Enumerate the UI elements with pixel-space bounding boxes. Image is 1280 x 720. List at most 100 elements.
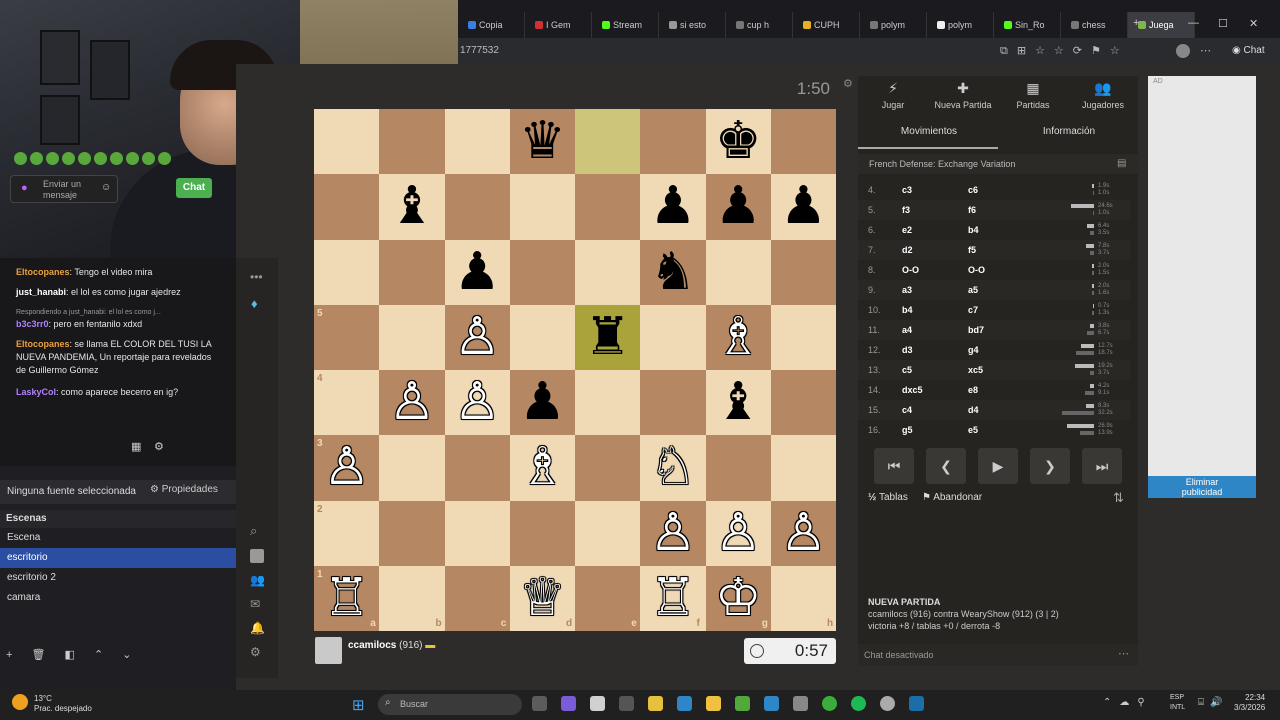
white-move[interactable]: g5 [902, 420, 913, 440]
minimize-button[interactable]: — [1188, 17, 1199, 29]
square-g6[interactable] [705, 239, 771, 305]
flip-board-icon[interactable]: ⇅ [1113, 490, 1124, 506]
square-c2[interactable] [444, 500, 510, 566]
white-move[interactable]: dxc5 [902, 380, 923, 400]
piece-g2[interactable]: ♙ [706, 501, 771, 566]
square-h6[interactable] [770, 239, 836, 305]
white-move[interactable]: e2 [902, 220, 912, 240]
move-row[interactable]: 10. b4 c7 0.7s 1.3s [858, 300, 1130, 320]
move-row[interactable]: 5. f3 f6 24.6s 1.0s [858, 200, 1130, 220]
copilot-icon[interactable] [561, 696, 576, 711]
resign-button[interactable]: ⚑ Abandonar [922, 492, 982, 503]
taskbar-search[interactable]: Buscar [378, 694, 522, 715]
square-f8[interactable] [640, 109, 706, 175]
square-e6[interactable] [575, 239, 641, 305]
piece-g4[interactable]: ♝ [706, 370, 771, 435]
friends-icon[interactable]: 👥 [250, 573, 265, 587]
black-move[interactable]: a5 [968, 280, 978, 300]
piece-f7[interactable]: ♟ [640, 174, 705, 239]
piece-f6[interactable]: ♞ [640, 240, 705, 305]
prev-move-button[interactable]: ❮ [926, 448, 966, 484]
white-move[interactable]: b4 [902, 300, 913, 320]
browser-tab[interactable]: polym [927, 12, 994, 38]
square-c3[interactable] [444, 435, 510, 501]
browser-tab[interactable]: Stream [592, 12, 659, 38]
properties-button[interactable]: ⚙ Propiedades [150, 484, 218, 495]
diamond-icon[interactable]: ♦ [251, 296, 258, 311]
bell-icon[interactable]: 🔔 [250, 621, 265, 635]
square-h8[interactable] [770, 109, 836, 175]
white-move[interactable]: c3 [902, 180, 912, 200]
white-move[interactable]: a3 [902, 280, 912, 300]
black-move[interactable]: bd7 [968, 320, 984, 340]
square-a6[interactable] [314, 239, 380, 305]
browser-tab[interactable]: chess [1061, 12, 1128, 38]
black-move[interactable]: f6 [968, 200, 976, 220]
square-d7[interactable] [509, 174, 575, 240]
browser-tab[interactable]: si esto [659, 12, 726, 38]
move-row[interactable]: 6. e2 b4 6.4s 3.5s [858, 220, 1130, 240]
address-bar[interactable] [458, 38, 1280, 64]
chat-send-button[interactable]: Chat [176, 178, 212, 198]
browser-tab[interactable]: Copia [458, 12, 525, 38]
more-dots-icon[interactable]: ••• [250, 270, 263, 284]
piece-f2[interactable]: ♙ [640, 501, 705, 566]
move-row[interactable]: 13. c5 xc5 19.2s 3.7s [858, 360, 1130, 380]
browser-tab[interactable]: CUPH [793, 12, 860, 38]
edge-icon[interactable] [677, 696, 692, 711]
white-move[interactable]: c4 [902, 400, 912, 420]
square-e2[interactable] [575, 500, 641, 566]
black-move[interactable]: f5 [968, 240, 976, 260]
move-row[interactable]: 11. a4 bd7 3.8s 6.7s [858, 320, 1130, 340]
chat-username[interactable]: just_hanabi [16, 287, 66, 297]
piece-c5[interactable]: ♙ [445, 305, 510, 370]
obs-icon[interactable] [619, 696, 634, 711]
weather-widget[interactable]: 13°C Prac. despejado [34, 694, 92, 714]
search-icon[interactable]: ⌕ [250, 523, 257, 539]
tray-icons[interactable]: ⌃☁⚲ [1103, 697, 1153, 708]
emoji-icon[interactable]: ☺ [101, 182, 111, 193]
user-avatar-icon[interactable] [250, 549, 264, 563]
square-b3[interactable] [379, 435, 445, 501]
settings-icon[interactable]: ⚙ [250, 645, 261, 659]
gear-icon[interactable]: ⚙ [154, 440, 164, 453]
piece-d3[interactable]: ♗ [510, 435, 575, 500]
piece-b4[interactable]: ♙ [379, 370, 444, 435]
browser-tab[interactable]: cup h [726, 12, 793, 38]
square-a4[interactable] [314, 370, 380, 436]
square-e4[interactable] [575, 370, 641, 436]
url-text[interactable]: 1777532 [460, 45, 499, 56]
tab-info[interactable]: Información [1010, 126, 1128, 137]
move-row[interactable]: 7. d2 f5 7.8s 3.7s [858, 240, 1130, 260]
chat-username[interactable]: b3c3rr0 [16, 319, 49, 329]
square-b2[interactable] [379, 500, 445, 566]
first-move-button[interactable]: ⏮ [874, 448, 914, 484]
settings-gear-icon[interactable]: ⚙ [843, 77, 853, 90]
piece-e5[interactable]: ♜ [575, 305, 640, 370]
notepad-icon[interactable] [590, 696, 605, 711]
chat-message-input[interactable]: ● Enviar un mensaje ☺ [10, 175, 118, 203]
white-move[interactable]: d3 [902, 340, 913, 360]
settings-icon[interactable] [880, 696, 895, 711]
piece-f3[interactable]: ♘ [640, 435, 705, 500]
square-h3[interactable] [770, 435, 836, 501]
last-move-button[interactable]: ⏭ [1082, 448, 1122, 484]
square-a2[interactable] [314, 500, 380, 566]
piece-g7[interactable]: ♟ [706, 174, 771, 239]
more-menu-icon[interactable]: ⋯ [1200, 44, 1211, 57]
square-b5[interactable] [379, 304, 445, 370]
black-move[interactable]: d4 [968, 400, 979, 420]
app-icon[interactable] [735, 696, 750, 711]
square-f5[interactable] [640, 304, 706, 370]
piece-h2[interactable]: ♙ [771, 501, 836, 566]
move-row[interactable]: 9. a3 a5 2.0s 1.6s [858, 280, 1130, 300]
square-d2[interactable] [509, 500, 575, 566]
square-c8[interactable] [444, 109, 510, 175]
black-move[interactable]: O-O [968, 260, 985, 280]
square-h4[interactable] [770, 370, 836, 436]
black-move[interactable]: xc5 [968, 360, 983, 380]
draw-button[interactable]: ½ Tablas [868, 492, 908, 503]
new-tab-button[interactable]: + [1133, 17, 1139, 29]
windows-start-icon[interactable]: ⊞ [352, 696, 365, 714]
book-icon[interactable]: ▤ [1117, 158, 1126, 169]
